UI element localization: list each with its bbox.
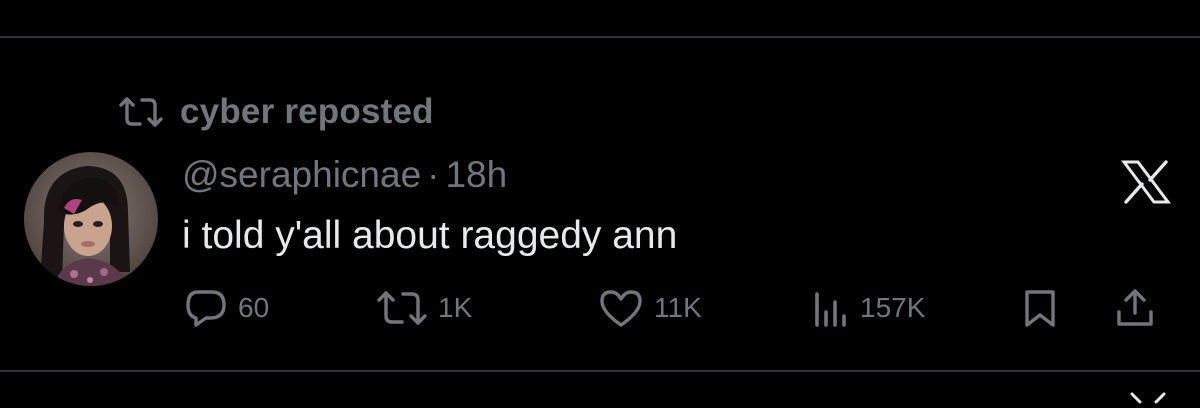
top-divider bbox=[0, 36, 1200, 38]
repost-button[interactable]: 1K bbox=[376, 286, 472, 330]
user-handle[interactable]: @seraphicnae bbox=[182, 154, 421, 196]
meta-separator: · bbox=[427, 154, 440, 195]
share-button[interactable] bbox=[1114, 286, 1156, 330]
bottom-divider bbox=[0, 370, 1200, 372]
like-button[interactable]: 11K bbox=[598, 286, 702, 330]
heart-icon bbox=[600, 290, 642, 327]
bookmark-icon bbox=[1025, 290, 1055, 327]
avatar-image bbox=[24, 152, 158, 286]
avatar[interactable] bbox=[24, 152, 158, 286]
next-post-x-logo-icon bbox=[1130, 392, 1166, 404]
repost-action-icon bbox=[377, 291, 427, 325]
analytics-icon bbox=[815, 292, 846, 327]
views-button[interactable]: 157K bbox=[812, 286, 925, 330]
repost-count: 1K bbox=[438, 292, 473, 323]
repost-banner[interactable]: cyber reposted bbox=[118, 92, 434, 132]
tweet-time[interactable]: 18h bbox=[445, 154, 507, 196]
tweet-meta: @seraphicnae · 18h bbox=[182, 152, 507, 198]
bookmark-button[interactable] bbox=[1022, 286, 1058, 330]
share-icon bbox=[1117, 289, 1153, 326]
reply-count: 60 bbox=[238, 292, 270, 323]
repost-icon bbox=[119, 97, 163, 127]
repost-label: cyber reposted bbox=[180, 92, 434, 131]
views-count: 157K bbox=[860, 292, 926, 323]
reply-icon bbox=[186, 290, 226, 327]
like-count: 11K bbox=[654, 292, 702, 323]
reply-button[interactable]: 60 bbox=[184, 286, 269, 330]
x-logo-icon bbox=[1121, 160, 1171, 204]
tweet-text: i told y'all about raggedy ann bbox=[182, 214, 678, 257]
action-bar: 60 1K 11K 157K bbox=[0, 286, 1200, 330]
